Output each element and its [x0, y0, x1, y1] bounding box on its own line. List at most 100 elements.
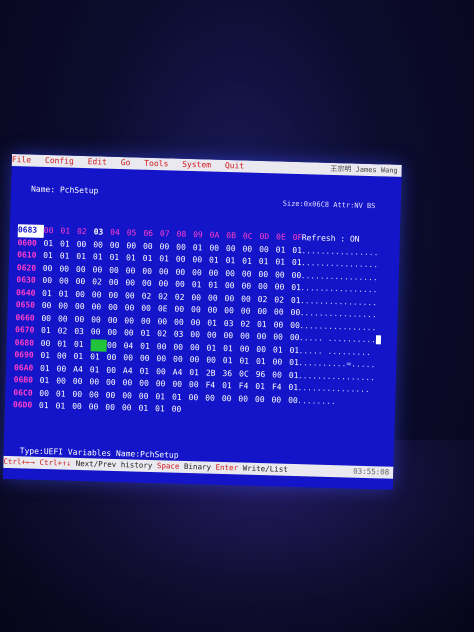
hex-byte[interactable]: 01 [90, 351, 107, 364]
hex-byte[interactable]: 00 [107, 352, 124, 365]
menu-edit[interactable]: Edit [88, 157, 108, 167]
hex-byte[interactable]: 01 [39, 375, 56, 388]
hex-byte[interactable]: 00 [105, 402, 122, 415]
hex-byte[interactable]: 01 [93, 251, 110, 264]
hex-byte[interactable]: 01 [255, 381, 272, 394]
hex-byte[interactable]: 00 [175, 279, 192, 292]
hex-byte[interactable]: 00 [76, 263, 93, 276]
hex-byte[interactable]: 00 [107, 339, 124, 352]
hex-byte[interactable]: 01 [39, 400, 56, 413]
hex-byte[interactable]: 00 [109, 277, 126, 290]
hex-byte[interactable]: 01 [143, 253, 160, 266]
hex-byte[interactable]: 00 [176, 254, 193, 267]
hex-byte[interactable]: 01 [275, 256, 292, 269]
hex-byte[interactable]: 01 [126, 252, 143, 265]
hex-byte[interactable]: 00 [126, 240, 143, 253]
hex-byte[interactable]: 00 [192, 254, 209, 267]
hex-byte[interactable]: 01 [40, 350, 57, 363]
hex-byte[interactable]: 00 [91, 314, 108, 327]
hex-byte[interactable]: 00 [41, 312, 58, 325]
hex-byte[interactable]: 00 [173, 341, 190, 354]
hex-byte[interactable]: 01 [60, 238, 77, 251]
hex-byte[interactable]: 00 [106, 364, 123, 377]
hex-byte[interactable]: 00 [174, 316, 191, 329]
hex-byte[interactable]: 00 [73, 376, 90, 389]
hex-byte[interactable]: 00 [159, 266, 176, 279]
hex-byte[interactable]: 01 [209, 255, 226, 268]
menu-quit[interactable]: Quit [225, 161, 245, 171]
hex-byte[interactable]: 00 [222, 392, 239, 405]
hex-byte[interactable]: 00 [89, 376, 106, 389]
hex-byte[interactable]: 02 [141, 290, 158, 303]
menu-system[interactable]: System [182, 160, 211, 170]
hex-byte[interactable]: 00 [139, 390, 156, 403]
hex-byte[interactable]: 00 [191, 304, 208, 317]
hex-byte[interactable]: 00 [59, 275, 76, 288]
hex-byte[interactable]: 01 [74, 338, 91, 351]
hex-byte[interactable]: 00 [158, 278, 175, 291]
hex-byte[interactable]: 00 [258, 281, 275, 294]
hex-byte[interactable]: 00 [105, 389, 122, 402]
hex-byte[interactable]: 01 [90, 364, 107, 377]
hex-byte[interactable]: 00 [109, 264, 126, 277]
hex-byte[interactable]: 01 [225, 255, 242, 268]
hex-byte[interactable]: 03 [74, 326, 91, 339]
hex-byte[interactable]: 00 [257, 306, 274, 319]
hex-byte[interactable] [221, 405, 238, 418]
hex-byte[interactable]: 01 [223, 342, 240, 355]
hex-byte[interactable]: 01 [222, 380, 239, 393]
menu-config[interactable]: Config [45, 156, 74, 166]
hex-byte[interactable]: 00 [257, 331, 274, 344]
hex-byte[interactable]: 01 [140, 328, 157, 341]
hex-byte[interactable]: 01 [273, 344, 290, 357]
hex-byte[interactable]: 01 [76, 251, 93, 264]
hex-byte[interactable]: 01 [42, 287, 59, 300]
hex-byte[interactable]: 02 [240, 318, 257, 331]
hex-byte[interactable]: 01 [109, 252, 126, 265]
hex-byte[interactable]: 00 [189, 354, 206, 367]
hex-byte[interactable]: 00 [89, 401, 106, 414]
hex-byte[interactable]: 02 [92, 276, 109, 289]
hex-byte[interactable]: 01 [276, 244, 293, 257]
hex-byte[interactable]: 00 [156, 366, 173, 379]
hex-byte[interactable]: 00 [207, 330, 224, 343]
hex-byte[interactable]: 01 [90, 338, 108, 352]
hex-byte[interactable]: 00 [43, 262, 60, 275]
hex-byte[interactable]: 01 [207, 317, 224, 330]
hex-byte[interactable]: 00 [224, 292, 241, 305]
hex-byte[interactable]: 01 [73, 351, 90, 364]
hex-byte[interactable]: 00 [42, 275, 59, 288]
hex-byte[interactable]: 00 [259, 243, 276, 256]
hex-byte[interactable]: 00 [191, 317, 208, 330]
hex-byte[interactable]: 00 [72, 401, 89, 414]
hex-byte[interactable]: 01 [41, 325, 58, 338]
hex-byte[interactable]: 02 [175, 291, 192, 304]
hex-byte[interactable]: 00 [75, 288, 92, 301]
hex-byte[interactable]: 00 [209, 242, 226, 255]
hex-byte[interactable]: 01 [259, 256, 276, 269]
hex-byte[interactable]: 00 [238, 393, 255, 406]
hex-byte[interactable]: 03 [174, 329, 191, 342]
hex-byte[interactable]: 00 [224, 305, 241, 318]
hex-byte[interactable]: 01 [40, 362, 57, 375]
hex-byte[interactable]: 00 [107, 327, 124, 340]
hex-byte[interactable]: 01 [43, 250, 60, 263]
hex-byte[interactable]: 00 [242, 268, 259, 281]
hex-byte[interactable]: 00 [42, 300, 59, 313]
hex-byte[interactable]: 00 [122, 390, 139, 403]
hex-byte[interactable]: 00 [209, 267, 226, 280]
hex-byte[interactable]: 00 [273, 331, 290, 344]
hex-byte[interactable]: 01 [172, 391, 189, 404]
hex-byte[interactable]: F4 [239, 380, 256, 393]
hex-byte[interactable]: 00 [157, 316, 174, 329]
hex-byte[interactable]: 00 [106, 377, 123, 390]
hex-byte[interactable]: 00 [171, 404, 188, 417]
hex-byte[interactable]: 01 [155, 403, 172, 416]
hex-byte[interactable]: 00 [174, 304, 191, 317]
hex-byte[interactable]: 00 [59, 263, 76, 276]
hex-byte[interactable]: 00 [124, 315, 141, 328]
hex-byte[interactable]: 00 [256, 343, 273, 356]
hex-byte[interactable]: 00 [275, 281, 292, 294]
hex-byte[interactable]: 01 [206, 342, 223, 355]
hex-byte[interactable]: 00 [241, 293, 258, 306]
